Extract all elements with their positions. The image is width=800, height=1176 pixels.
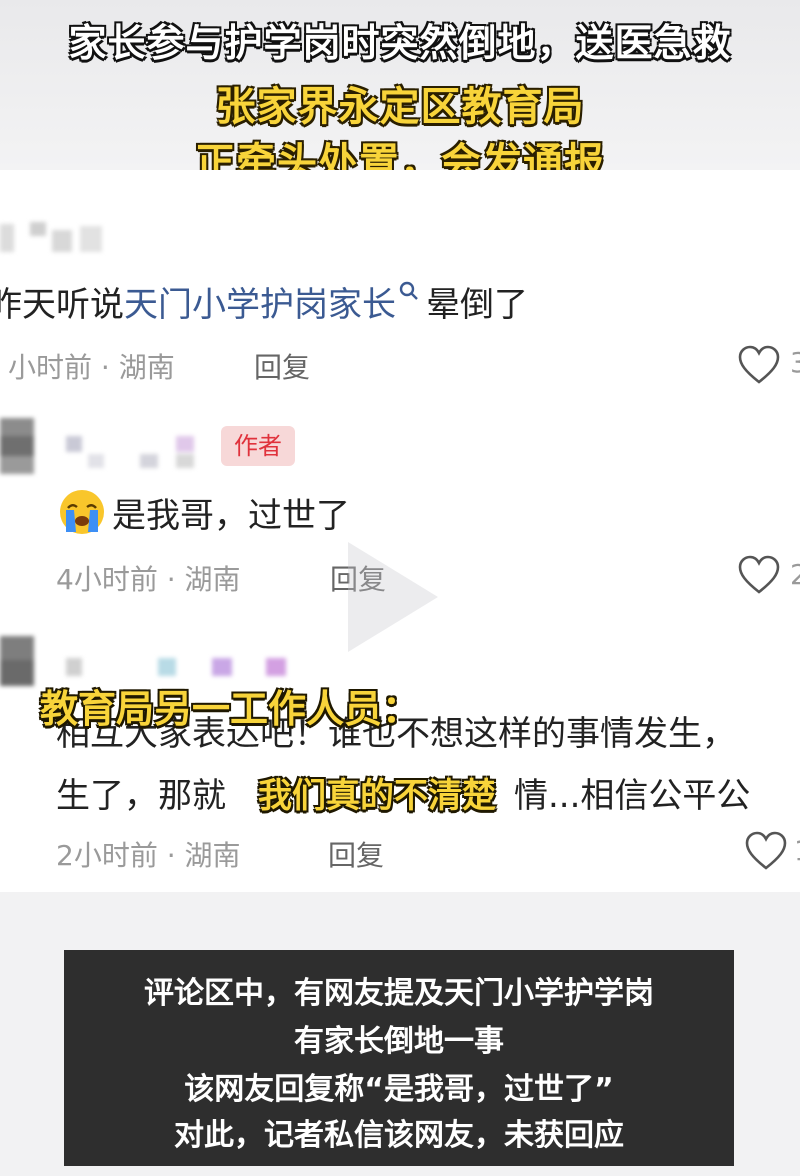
search-link[interactable]: 天门小学护岗家长 xyxy=(124,285,396,325)
author-badge: 作者 xyxy=(221,426,295,466)
headline-caption: 家长参与护学岗时突然倒地，送医急救 xyxy=(68,21,732,65)
comment-meta: 2小时前 · 湖南 xyxy=(56,839,241,872)
heart-icon[interactable] xyxy=(737,344,781,386)
comment-text-start: 昨天听说 xyxy=(0,285,124,325)
blurred-username xyxy=(0,220,120,254)
bottom-caption-line-2: 有家长倒地一事 xyxy=(294,1024,504,1059)
bottom-caption-box: 评论区中，有网友提及天门小学护学岗 有家长倒地一事 该网友回复称“是我哥，过世了… xyxy=(64,950,734,1166)
bottom-caption-line-4: 对此，记者私信该网友，未获回应 xyxy=(174,1118,624,1153)
bottom-caption-line-1: 评论区中，有网友提及天门小学护学岗 xyxy=(144,976,654,1011)
play-icon[interactable] xyxy=(348,542,438,652)
comment-text: 是我哥，过世了 xyxy=(112,496,350,536)
heart-icon[interactable] xyxy=(737,554,781,596)
comment-meta: 小时前 · 湖南 xyxy=(8,351,175,384)
comment-section: 昨天听说天门小学护岗家长 晕倒了 小时前 · 湖南 回复 3 作者 是我哥，过世… xyxy=(0,170,800,892)
like-count: 3 xyxy=(790,346,800,379)
avatar xyxy=(0,636,34,686)
heart-icon[interactable] xyxy=(744,830,788,872)
comment-text-end: 晕倒了 xyxy=(426,285,528,325)
subheadline-caption-1: 张家界永定区教育局 xyxy=(215,84,585,130)
avatar xyxy=(0,418,34,474)
overlay-speaker-label: 教育局另一工作人员： xyxy=(40,687,421,731)
crying-emoji-icon xyxy=(60,490,104,534)
search-icon[interactable] xyxy=(398,280,420,304)
bottom-caption-line-3: 该网友回复称“是我哥，过世了” xyxy=(184,1072,614,1107)
comment-meta: 4小时前 · 湖南 xyxy=(56,563,241,596)
like-count: 2 xyxy=(790,558,800,591)
reply-button[interactable]: 回复 xyxy=(328,834,384,874)
reply-button[interactable]: 回复 xyxy=(254,346,310,386)
comment-text: 昨天听说天门小学护岗家长 晕倒了 xyxy=(0,277,528,326)
like-count: 1 xyxy=(794,834,800,867)
overlay-quote: 我们真的不清楚 xyxy=(258,776,496,816)
blurred-username xyxy=(66,432,216,472)
